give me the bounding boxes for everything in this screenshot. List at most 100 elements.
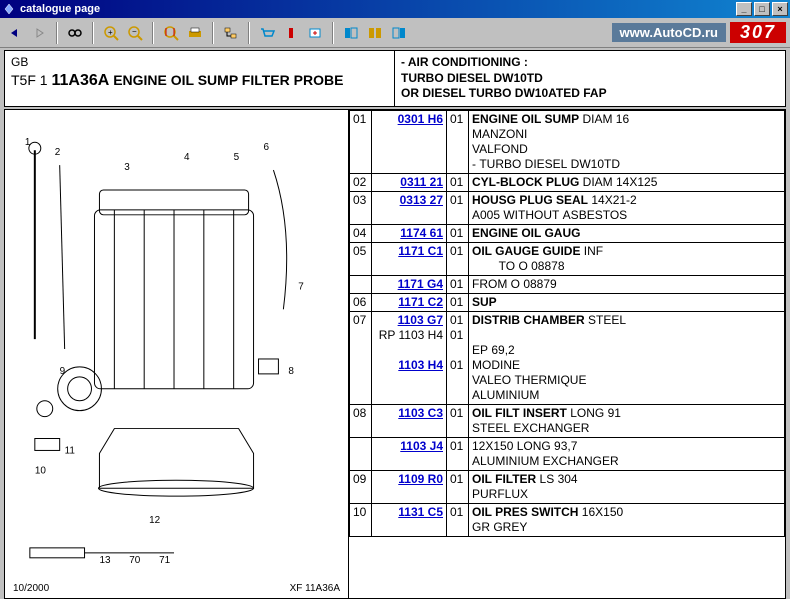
desc-cell: ENGINE OIL SUMP DIAM 16MANZONIVALFOND- T… <box>469 110 785 173</box>
ref-cell: 0301 H6 <box>372 110 447 173</box>
desc-cell: OIL GAUGE GUIDE INF TO O 08878 <box>469 242 785 275</box>
table-row[interactable]: 09 1109 R0 01OIL FILTER LS 304PURFLUX <box>350 470 785 503</box>
ref-title: ENGINE OIL SUMP FILTER PROBE <box>113 72 343 88</box>
close-button[interactable]: × <box>772 2 788 16</box>
back-button[interactable] <box>4 22 26 44</box>
pos-cell: 01 <box>350 110 372 173</box>
part-ref-link[interactable]: 1103 G7 <box>398 313 443 327</box>
part-ref-link[interactable]: 0301 H6 <box>398 112 443 126</box>
qty-cell: 01 <box>447 191 469 224</box>
desc-cell: CYL-BLOCK PLUG DIAM 14X125 <box>469 173 785 191</box>
diagram-code: XF 11A36A <box>290 583 340 594</box>
part-ref-link[interactable]: 1103 C3 <box>398 406 443 420</box>
market-code: GB <box>11 55 388 71</box>
qty-cell: 01 <box>447 293 469 311</box>
pos-cell: 09 <box>350 470 372 503</box>
pos-cell: 10 <box>350 503 372 536</box>
table-row[interactable]: 061171 C201SUP <box>350 293 785 311</box>
qty-cell: 01 <box>447 224 469 242</box>
part-ref-link[interactable]: 1131 C5 <box>398 505 443 519</box>
part-ref-link[interactable]: 1103 J4 <box>400 439 443 453</box>
ref-cell: 0313 27 <box>372 191 447 224</box>
part-ref-link[interactable]: 1171 C1 <box>398 244 443 258</box>
parts-table: 010301 H601ENGINE OIL SUMP DIAM 16MANZON… <box>349 110 785 537</box>
ref-cell: 1103 C3 <box>372 404 447 437</box>
zoom-in-icon[interactable]: + <box>100 22 122 44</box>
binoculars-icon[interactable] <box>64 22 86 44</box>
table-row[interactable]: 081103 C301OIL FILT INSERT LONG 91STEEL … <box>350 404 785 437</box>
cart-icon[interactable] <box>256 22 278 44</box>
layout-left-icon[interactable] <box>340 22 362 44</box>
qty-cell: 01 <box>447 437 469 470</box>
hdr-r3: OR DIESEL TURBO DW10ATED FAP <box>401 86 607 100</box>
callout-number: 70 <box>129 555 141 566</box>
window-title: catalogue page <box>20 3 100 15</box>
export-icon[interactable] <box>304 22 326 44</box>
table-row[interactable]: 1171 G401 FROM O 08879 <box>350 275 785 293</box>
zoom-out-icon[interactable]: − <box>124 22 146 44</box>
callout-number: 3 <box>124 162 130 173</box>
part-ref-link[interactable]: 1109 R0 <box>398 472 443 486</box>
pos-cell: 03 <box>350 191 372 224</box>
ref-cell: 1131 C5 <box>372 503 447 536</box>
desc-cell: 12X150 LONG 93,7ALUMINIUM EXCHANGER <box>469 437 785 470</box>
part-ref-link[interactable]: 1174 61 <box>400 226 443 240</box>
part-ref-link[interactable]: 0313 27 <box>400 193 443 207</box>
table-row[interactable]: 101131 C501OIL PRES SWITCH 16X150GR GREY <box>350 503 785 536</box>
forward-button[interactable] <box>28 22 50 44</box>
table-row[interactable]: 041174 6101ENGINE OIL GAUG <box>350 224 785 242</box>
pos-cell: 05 <box>350 242 372 275</box>
table-row[interactable]: 071103 G7RP 1103 H41103 H4010101DISTRIB … <box>350 311 785 404</box>
callout-number: 71 <box>159 555 171 566</box>
parts-pane[interactable]: 010301 H601ENGINE OIL SUMP DIAM 16MANZON… <box>349 109 786 599</box>
desc-cell: ENGINE OIL GAUG <box>469 224 785 242</box>
ref-cell: 0311 21 <box>372 173 447 191</box>
pos-cell: 08 <box>350 404 372 437</box>
table-row[interactable]: 03 0313 27 01HOUSG PLUG SEAL 14X21-2A005 W… <box>350 191 785 224</box>
qty-cell: 01 <box>447 173 469 191</box>
print-icon[interactable] <box>184 22 206 44</box>
qty-cell: 01 <box>447 110 469 173</box>
table-row[interactable]: 1103 J4 0112X150 LONG 93,7ALUMINIUM EXCHA… <box>350 437 785 470</box>
callout-number: 11 <box>65 445 76 456</box>
desc-cell: HOUSG PLUG SEAL 14X21-2A005 WITHOUT ASBE… <box>469 191 785 224</box>
part-ref-link[interactable]: 1171 C2 <box>398 295 443 309</box>
ref-cell: 1103 G7RP 1103 H41103 H4 <box>372 311 447 404</box>
part-ref-link[interactable]: 0311 21 <box>400 175 443 189</box>
callout-number: 5 <box>234 152 240 163</box>
qty-cell: 010101 <box>447 311 469 404</box>
layout-split-icon[interactable] <box>364 22 386 44</box>
layout-right-icon[interactable] <box>388 22 410 44</box>
callout-number: 2 <box>55 147 61 158</box>
zoom-region-icon[interactable] <box>160 22 182 44</box>
callout-number: 4 <box>184 152 190 163</box>
maximize-button[interactable]: □ <box>754 2 770 16</box>
desc-cell: SUP <box>469 293 785 311</box>
title-bar: catalogue page _ □ × <box>0 0 790 18</box>
pos-cell: 02 <box>350 173 372 191</box>
pos-cell <box>350 275 372 293</box>
table-row[interactable]: 051171 C101OIL GAUGE GUIDE INF TO O 0887… <box>350 242 785 275</box>
ref-prefix: T5F 1 <box>11 72 48 88</box>
qty-cell: 01 <box>447 503 469 536</box>
ref-cell: 1174 61 <box>372 224 447 242</box>
desc-cell: OIL FILTER LS 304PURFLUX <box>469 470 785 503</box>
ref-cell: 1103 J4 <box>372 437 447 470</box>
brand-site: www.AutoCD.ru <box>612 23 726 42</box>
minimize-button[interactable]: _ <box>736 2 752 16</box>
diagram-pane[interactable]: 123456789101112137071 10/2000 XF 11A36A <box>4 109 349 599</box>
table-row[interactable]: 02 0311 21 01CYL-BLOCK PLUG DIAM 14X125 <box>350 173 785 191</box>
pos-cell: 07 <box>350 311 372 404</box>
callout-number: 6 <box>263 142 269 153</box>
folder-tree-icon[interactable] <box>220 22 242 44</box>
engine-diagram: 123456789101112137071 <box>5 110 348 598</box>
table-row[interactable]: 010301 H601ENGINE OIL SUMP DIAM 16MANZON… <box>350 110 785 173</box>
part-ref-link[interactable]: 1103 H4 <box>398 358 443 372</box>
qty-cell: 01 <box>447 470 469 503</box>
hdr-r1: - AIR CONDITIONING : <box>401 55 528 69</box>
tool-red-icon[interactable] <box>280 22 302 44</box>
ref-code: 11A36A <box>51 72 109 89</box>
part-ref-link[interactable]: 1171 G4 <box>398 277 443 291</box>
callout-number: 9 <box>60 366 66 377</box>
diagram-date: 10/2000 <box>13 583 49 594</box>
